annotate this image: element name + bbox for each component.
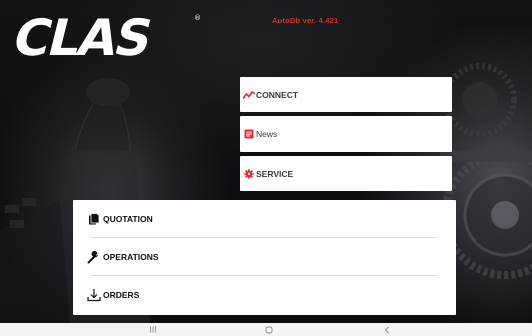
version-label: AutoDb ver. 4.421	[272, 16, 339, 25]
operations-label: OPERATIONS	[103, 252, 159, 262]
news-icon	[243, 129, 255, 139]
service-label: SERVICE	[256, 168, 294, 179]
registered-mark: ®	[194, 14, 201, 22]
news-button[interactable]: News	[240, 116, 452, 152]
quotation-label: QUOTATION	[103, 214, 153, 224]
connect-button[interactable]: CONNECT	[240, 77, 452, 112]
quotation-button[interactable]: QUOTATION	[73, 200, 456, 238]
wrench-icon	[87, 250, 101, 264]
home-button[interactable]	[254, 323, 284, 336]
recents-button[interactable]	[138, 323, 168, 336]
recents-icon	[149, 326, 157, 333]
app-screen: CLAS ® AutoDb ver. 4.421 CONNECT News SE…	[0, 0, 532, 323]
operations-button[interactable]: OPERATIONS	[73, 238, 456, 276]
gear-icon	[243, 168, 255, 179]
document-icon	[87, 212, 101, 226]
logo-wordmark: CLAS	[8, 9, 157, 64]
orders-label: ORDERS	[103, 290, 140, 300]
clas-logo: CLAS ®	[7, 8, 208, 67]
home-icon	[265, 326, 273, 334]
news-label: News	[256, 129, 278, 139]
download-icon	[87, 288, 101, 302]
system-navigation-bar	[0, 323, 532, 336]
main-menu-panel: QUOTATION OPERATIONS ORDERS	[73, 200, 456, 315]
back-icon	[384, 326, 390, 334]
back-button[interactable]	[372, 323, 402, 336]
orders-button[interactable]: ORDERS	[73, 276, 456, 314]
trend-line-icon	[243, 90, 255, 100]
connect-label: CONNECT	[256, 89, 299, 100]
service-button[interactable]: SERVICE	[240, 156, 452, 191]
